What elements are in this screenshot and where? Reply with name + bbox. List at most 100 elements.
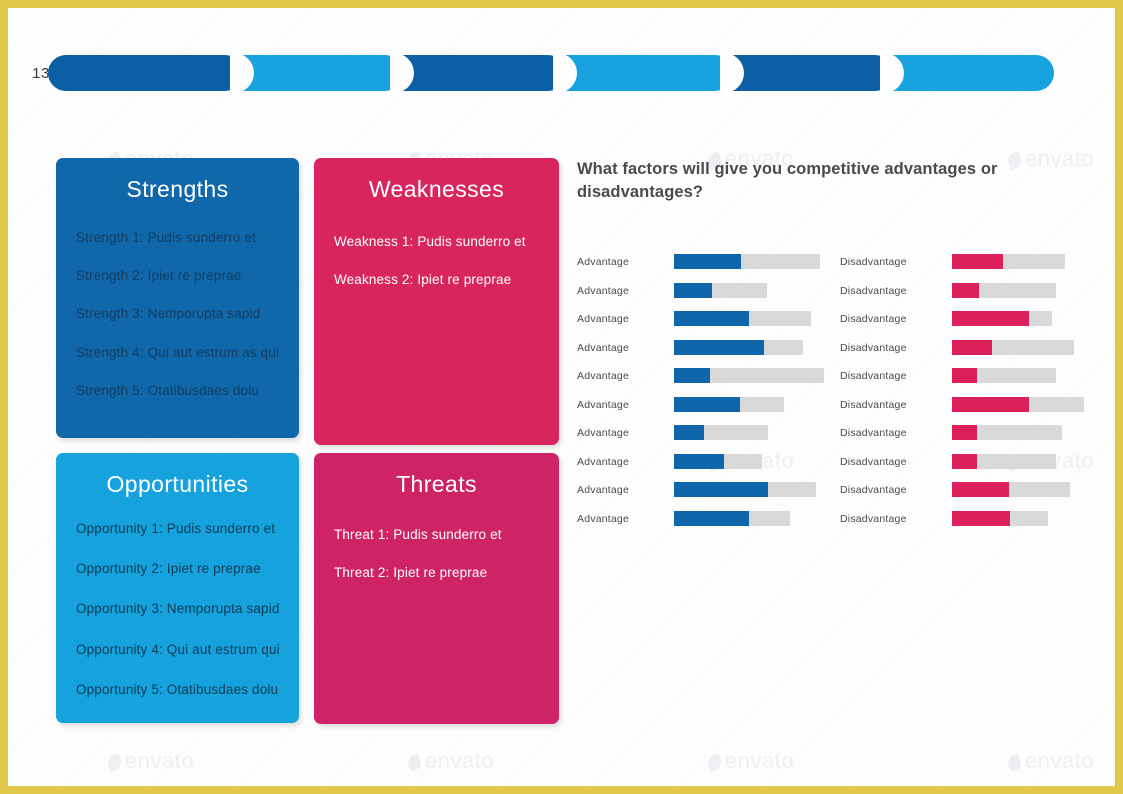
bar-fill (674, 311, 749, 326)
bar-fill (952, 482, 1009, 497)
list-item: Strength 3: Nemporupta sapid (76, 306, 261, 322)
list-item: Weakness 2: Ipiet re preprae (334, 272, 512, 288)
bar-fill (674, 282, 712, 298)
bar-label: Disadvantage (840, 455, 907, 468)
header-segment-fill (48, 55, 243, 91)
bar-row: Advantage Disadvantage (577, 308, 1077, 337)
bar-track (674, 510, 790, 526)
header-segment-1 (48, 55, 243, 91)
header-segment-fill (243, 55, 403, 91)
leaf-icon (1006, 753, 1023, 772)
header-segment-3 (390, 53, 566, 93)
slide-canvas: envato envato envato envato envato envato enva… (8, 8, 1115, 786)
header-progress-bar (48, 53, 1054, 93)
bar-track (952, 425, 1062, 440)
list-item: Threat 1: Pudis sunderro et (334, 527, 502, 542)
bar-track (674, 453, 762, 469)
bar-label: Disadvantage (840, 398, 907, 411)
card-strengths-title: Strengths (126, 176, 229, 202)
factors-heading: What factors will give you competitive a… (577, 160, 998, 202)
list-item: Opportunity 1: Pudis sunderro et (76, 521, 276, 536)
card-strengths[interactable]: Strengths Strength 1: Pudis sunderro et S… (56, 158, 299, 438)
watermark-text: envato (725, 748, 795, 773)
bar-fill (674, 425, 704, 440)
header-segment-fill (733, 55, 893, 91)
leaf-icon (106, 753, 123, 772)
bar-fill (952, 368, 977, 383)
slide-frame: envato envato envato envato envato envato enva… (0, 0, 1123, 794)
bar-track (674, 254, 820, 269)
bar-row: Advantage Disadvantage (577, 280, 1077, 309)
card-weaknesses[interactable]: Weaknesses Weakness 1: Pudis sunderro et… (314, 158, 559, 445)
card-weaknesses-list: Weakness 1: Pudis sunderro et Weakness 2:… (314, 203, 559, 289)
card-strengths-list: Strength 1: Pudis sunderro et Strength 2:… (56, 203, 299, 400)
bar-row: Advantage Disadvantage (577, 251, 1077, 280)
header-segment-fill (403, 55, 566, 91)
bar-label: Disadvantage (840, 512, 907, 525)
leaf-icon (406, 753, 423, 772)
bar-fill (952, 311, 1029, 326)
watermark-text: envato (125, 748, 195, 773)
watermark-text: envato (1025, 748, 1095, 773)
bar-track (674, 396, 784, 412)
bar-fill (674, 254, 741, 269)
bar-label: Advantage (577, 455, 630, 468)
watermark: envato (706, 748, 795, 774)
bar-label: Advantage (577, 370, 630, 382)
bar-fill (674, 453, 724, 469)
header-segment-2 (230, 53, 403, 93)
bar-track (674, 368, 824, 383)
list-item: Opportunity 5: Otatibusdaes dolu (76, 681, 279, 697)
bar-label: Advantage (577, 427, 630, 439)
header-segment-5 (720, 53, 893, 93)
bar-row: Advantage Disadvantage (577, 394, 1084, 423)
bar-label: Disadvantage (840, 370, 907, 382)
watermark: envato (106, 748, 195, 774)
list-item: Strength 1: Pudis sunderro et (76, 230, 256, 245)
bar-fill (952, 510, 1010, 526)
card-threats-list: Threat 1: Pudis sunderro et Threat 2: Ipi… (314, 498, 559, 582)
bar-label: Advantage (577, 512, 630, 525)
card-opportunities-title: Opportunities (106, 471, 249, 497)
bar-label: Advantage (577, 341, 630, 354)
card-opportunities[interactable]: Opportunities Opportunity 1: Pudis sunde… (56, 453, 299, 723)
bar-label: Advantage (577, 256, 630, 268)
bar-fill (952, 425, 977, 440)
bar-row: Advantage Disadvantage (577, 508, 1077, 537)
list-item: Opportunity 3: Nemporupta sapid (76, 601, 280, 617)
watermark-text: envato (425, 748, 495, 773)
header-segment-6 (880, 53, 1054, 93)
list-item: Weakness 1: Pudis sunderro et (334, 234, 526, 249)
card-threats[interactable]: Threats Threat 1: Pudis sunderro et Threa… (314, 453, 559, 724)
bar-track (952, 254, 1065, 269)
list-item: Opportunity 2: Ipiet re preprae (76, 561, 261, 577)
watermark: envato (406, 748, 495, 774)
bar-track (952, 339, 1074, 355)
bar-label: Disadvantage (840, 284, 907, 297)
bar-label: Disadvantage (840, 427, 907, 439)
bar-fill (952, 254, 1003, 269)
bar-track (674, 425, 768, 440)
card-threats-title: Threats (396, 471, 477, 497)
bar-track (674, 311, 811, 326)
watermark: envato (1006, 748, 1095, 774)
bar-track (952, 482, 1070, 497)
bar-track (674, 339, 803, 355)
bar-label: Disadvantage (840, 256, 907, 268)
bar-label: Disadvantage (840, 313, 907, 325)
bar-track (952, 510, 1048, 526)
bar-fill (674, 510, 749, 526)
bar-fill (674, 368, 710, 383)
bar-fill (952, 396, 1029, 412)
bar-fill (674, 339, 764, 355)
bar-label: Advantage (577, 398, 630, 411)
bar-label: Disadvantage (840, 484, 907, 496)
list-item: Strength 5: Otatibusdaes dolu (76, 382, 259, 398)
bar-track (674, 482, 816, 497)
bar-label: Disadvantage (840, 341, 907, 354)
list-item: Strength 2: Ipiet re preprae (76, 268, 242, 284)
advantage-disadvantage-bar-chart: Advantage Disadvantage Advantage Disadvanta… (577, 251, 1084, 537)
bar-fill (952, 282, 979, 298)
list-item: Opportunity 4: Qui aut estrum qui (76, 641, 280, 657)
bar-track (952, 368, 1056, 383)
